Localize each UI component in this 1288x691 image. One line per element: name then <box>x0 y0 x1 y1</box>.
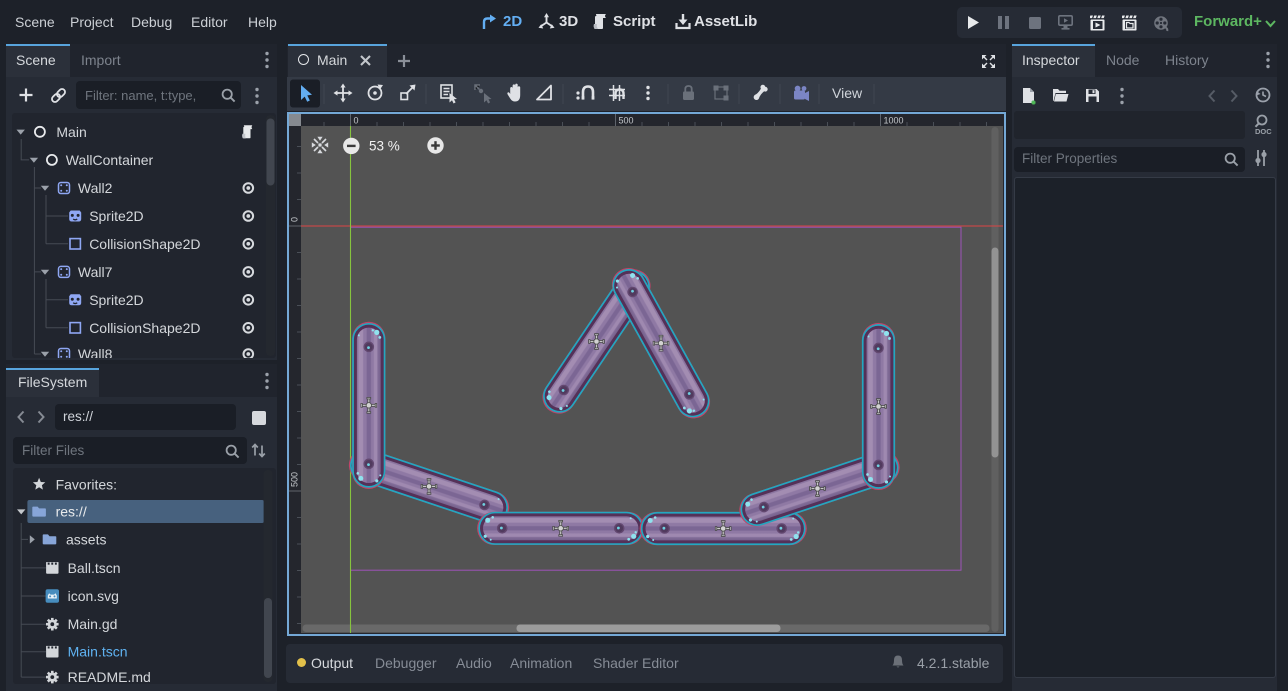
svg-text:Wall8: Wall8 <box>78 346 113 358</box>
svg-text:Wall2: Wall2 <box>78 180 113 196</box>
svg-text:0: 0 <box>354 116 359 126</box>
svg-text:Main.tscn: Main.tscn <box>68 644 128 660</box>
svg-text:Wall7: Wall7 <box>78 264 113 280</box>
svg-text:DOC: DOC <box>1255 127 1272 136</box>
svg-text:WallContainer: WallContainer <box>66 152 154 168</box>
svg-text:README.md: README.md <box>68 669 151 684</box>
svg-text:Ball.tscn: Ball.tscn <box>68 560 121 576</box>
svg-text:0: 0 <box>290 217 300 222</box>
svg-text:Main: Main <box>56 124 86 140</box>
svg-text:500: 500 <box>619 116 634 126</box>
svg-text:53 %: 53 % <box>369 139 400 154</box>
svg-text:500: 500 <box>290 472 300 487</box>
svg-text:Main.gd: Main.gd <box>68 616 118 632</box>
svg-text:Favorites:: Favorites: <box>56 476 117 492</box>
svg-text:assets: assets <box>66 531 106 547</box>
svg-text:Sprite2D: Sprite2D <box>89 208 143 224</box>
svg-text:CollisionShape2D: CollisionShape2D <box>89 320 200 336</box>
svg-text:View: View <box>832 85 863 101</box>
svg-text:CollisionShape2D: CollisionShape2D <box>89 236 200 252</box>
svg-text:Sprite2D: Sprite2D <box>89 292 143 308</box>
svg-text:res://: res:// <box>56 504 87 520</box>
svg-text:1000: 1000 <box>884 116 904 126</box>
svg-text:icon.svg: icon.svg <box>68 588 119 604</box>
